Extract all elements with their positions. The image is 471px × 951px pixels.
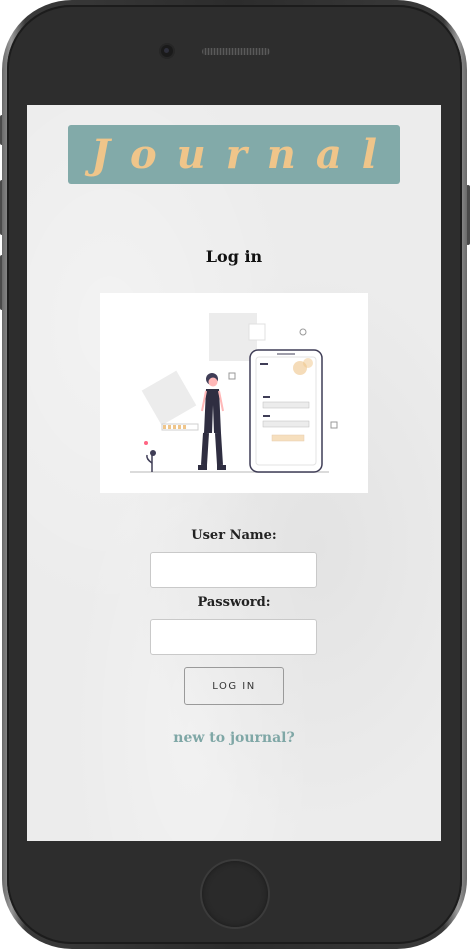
- username-label: User Name:: [191, 528, 277, 543]
- app-title: Journal: [91, 131, 397, 178]
- journal-banner: Journal: [68, 125, 400, 184]
- login-illustration: [100, 293, 368, 493]
- login-button[interactable]: LOG IN: [184, 667, 284, 705]
- speaker-grille: [202, 48, 270, 55]
- woman-with-phone-illustration-icon: [130, 313, 338, 473]
- phone-frame: Journal Log in User Name: Password: LOG …: [0, 0, 471, 951]
- app-screen: Journal Log in User Name: Password: LOG …: [27, 105, 441, 841]
- page-title: Log in: [205, 247, 263, 266]
- password-input[interactable]: [150, 619, 317, 655]
- home-button[interactable]: [202, 861, 268, 927]
- username-input[interactable]: [150, 552, 317, 588]
- password-label: Password:: [197, 595, 271, 610]
- signup-link[interactable]: new to journal?: [27, 730, 441, 746]
- front-camera-icon: [161, 45, 173, 57]
